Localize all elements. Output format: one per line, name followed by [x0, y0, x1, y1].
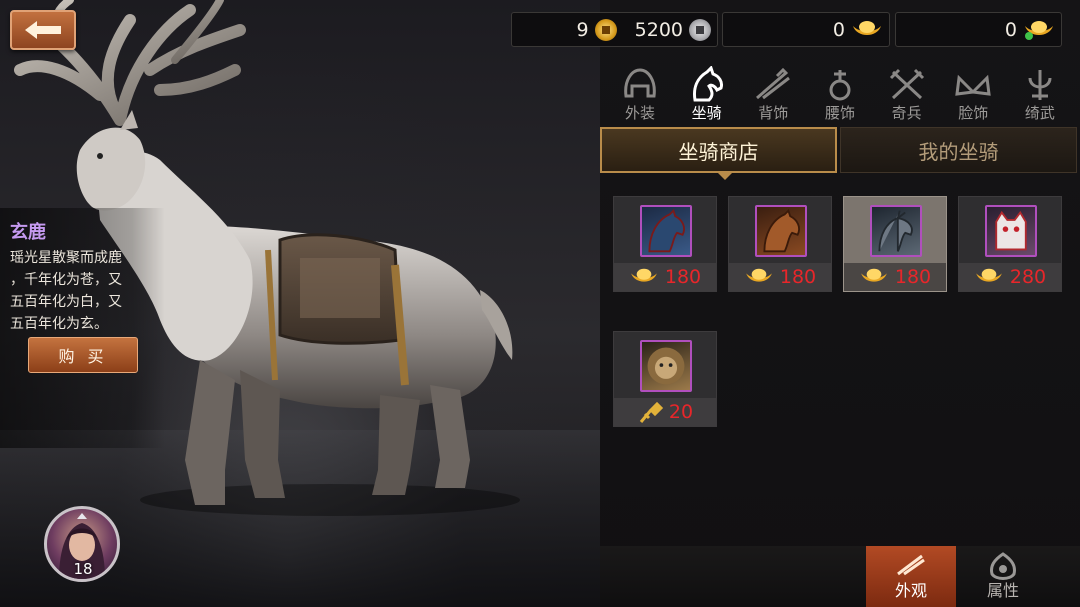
tab-special-weapon[interactable]: 奇兵: [877, 66, 937, 122]
back-button[interactable]: [10, 10, 76, 50]
tab-back-ornament[interactable]: 背饰: [743, 66, 803, 122]
tab-label: 绮武: [1024, 104, 1055, 122]
gold-coin-icon: [594, 18, 617, 41]
gray-deer-icon: [870, 205, 922, 257]
key-token-icon: [639, 401, 663, 423]
face-wings-icon: [955, 74, 992, 96]
price-row: 280: [959, 263, 1061, 291]
ingot-amount-b: 0: [1004, 18, 1017, 41]
crossed-blades-icon: [889, 68, 924, 100]
back-arrow-icon: [25, 21, 61, 39]
tab-mount[interactable]: 坐骑: [677, 66, 737, 122]
silver-coin-icon: [689, 18, 711, 41]
shop-item-selected[interactable]: 180: [843, 196, 947, 292]
dark-blue-warhorse-icon: [640, 205, 692, 257]
category-tabs: 外装 坐骑 背饰 腰饰 奇兵 脸饰 绮武: [610, 66, 1070, 122]
gold-ingot-icon: [631, 268, 657, 282]
lucky-cat-icon: [985, 205, 1037, 257]
shop-item[interactable]: 180: [728, 196, 832, 292]
gold-ingot-icon: [746, 268, 772, 282]
ingot-amount-a: 0: [832, 18, 845, 41]
buy-button[interactable]: 购 买: [28, 337, 138, 373]
active-tab-indicator: [718, 173, 732, 180]
price-row: 20: [614, 398, 716, 426]
shop-item[interactable]: 20: [613, 331, 717, 427]
tab-label: 脸饰: [958, 104, 989, 122]
ingot-balance-b[interactable]: 0: [895, 12, 1062, 47]
tab-appearance[interactable]: 外装: [610, 66, 670, 122]
mount-name: 玄鹿: [10, 222, 46, 243]
price-row: 180: [729, 263, 831, 291]
horse-icon: [692, 66, 723, 102]
tab-label: 奇兵: [891, 104, 922, 122]
gold-ingot-add-icon: [1025, 20, 1053, 40]
gold-coin-amount: 9: [576, 18, 589, 41]
item-price: 180: [779, 266, 817, 288]
gold-ingot-icon: [853, 20, 881, 35]
silver-coin-amount: 5200: [634, 18, 683, 41]
lion-beast-icon: [640, 340, 692, 392]
attributes-icon: [990, 552, 1016, 580]
chestnut-horse-icon: [755, 205, 807, 257]
gold-ingot-icon: [976, 268, 1002, 282]
tab-label: 腰饰: [824, 104, 855, 122]
tab-appearance-view[interactable]: 外观: [866, 546, 956, 607]
shop-item[interactable]: 180: [613, 196, 717, 292]
back-ornament-icon: [756, 67, 791, 100]
gold-ingot-icon: [861, 268, 887, 282]
player-level: 18: [73, 560, 93, 578]
helmet-icon: [624, 68, 656, 98]
item-price: 280: [1009, 266, 1047, 288]
ornate-weapon-icon: [1028, 70, 1052, 100]
ingot-balance-a[interactable]: 0: [722, 12, 890, 47]
tab-label: 背饰: [758, 104, 789, 122]
tab-attributes-view[interactable]: 属性: [958, 546, 1048, 607]
coin-balance: 9 5200: [511, 12, 718, 47]
tab-face-ornament[interactable]: 脸饰: [943, 66, 1003, 122]
bottom-tab-label: 外观: [894, 581, 927, 600]
tab-my-mounts[interactable]: 我的坐骑: [840, 127, 1077, 173]
tab-mount-shop[interactable]: 坐骑商店: [600, 127, 837, 173]
price-row: 180: [614, 263, 716, 291]
tab-ornate-weapon[interactable]: 绮武: [1010, 66, 1070, 122]
waist-ornament-icon: [829, 70, 851, 101]
item-price: 180: [894, 266, 932, 288]
appearance-icon: [897, 554, 925, 576]
tab-waist-ornament[interactable]: 腰饰: [810, 66, 870, 122]
shop-item[interactable]: 280: [958, 196, 1062, 292]
item-price: 20: [668, 401, 694, 423]
tab-label: 坐骑: [691, 104, 722, 122]
mount-description: 瑶光星散聚而成鹿 ，千年化为苍，又 五百年化为白，又 五百年化为玄。: [10, 250, 122, 332]
item-price: 180: [664, 266, 702, 288]
tab-label: 外装: [624, 104, 655, 122]
price-row: 180: [844, 263, 946, 291]
mount-sub-tabs: 坐骑商店 我的坐骑: [600, 127, 1077, 173]
